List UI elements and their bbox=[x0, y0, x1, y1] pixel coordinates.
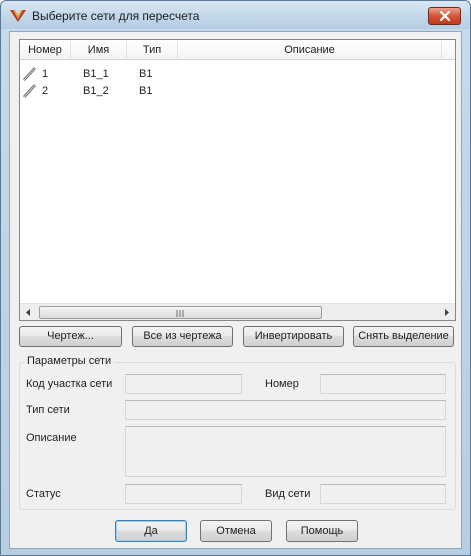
close-icon bbox=[440, 11, 450, 21]
cancel-button[interactable]: Отмена bbox=[200, 520, 272, 542]
app-logo-icon bbox=[10, 9, 26, 23]
row-name: B1_1 bbox=[83, 68, 109, 80]
network-type-label: Тип сети bbox=[26, 404, 70, 416]
column-header-name[interactable]: Имя bbox=[71, 40, 127, 60]
grip-icon bbox=[176, 310, 184, 317]
scroll-right-icon[interactable] bbox=[438, 304, 455, 321]
pipe-icon bbox=[23, 83, 37, 98]
column-header-number[interactable]: Номер bbox=[20, 40, 71, 60]
ok-button[interactable]: Да bbox=[115, 520, 187, 542]
network-parameters-title: Параметры сети bbox=[24, 355, 115, 367]
description-label: Описание bbox=[26, 432, 77, 444]
list-header: Номер Имя Тип Описание bbox=[20, 40, 455, 60]
all-from-drawing-button[interactable]: Все из чертежа bbox=[132, 326, 233, 347]
invert-button[interactable]: Инвертировать bbox=[243, 326, 344, 347]
column-header-type[interactable]: Тип bbox=[127, 40, 178, 60]
horizontal-scrollbar[interactable] bbox=[20, 303, 455, 320]
network-kind-label: Вид сети bbox=[265, 488, 311, 500]
row-name: B1_2 bbox=[83, 85, 109, 97]
drawing-button[interactable]: Чертеж... bbox=[19, 326, 122, 347]
section-code-field bbox=[125, 374, 242, 394]
row-type: B1 bbox=[139, 85, 153, 97]
dialog-client-area: Номер Имя Тип Описание 1 B1_1 B1 2 B1_2 … bbox=[9, 31, 462, 549]
scrollbar-thumb[interactable] bbox=[39, 306, 322, 319]
list-row[interactable]: 2 B1_2 B1 bbox=[20, 83, 455, 100]
row-number: 2 bbox=[42, 85, 49, 97]
network-kind-field bbox=[320, 484, 446, 504]
scroll-left-icon[interactable] bbox=[20, 304, 37, 321]
pipe-icon bbox=[23, 66, 37, 81]
row-type: B1 bbox=[139, 68, 153, 80]
row-number: 1 bbox=[42, 68, 49, 80]
number-label: Номер bbox=[265, 378, 299, 390]
clear-selection-button[interactable]: Снять выделение bbox=[353, 326, 454, 347]
status-label: Статус bbox=[26, 488, 61, 500]
close-button[interactable] bbox=[428, 7, 461, 25]
help-button[interactable]: Помощь bbox=[286, 520, 358, 542]
network-type-field bbox=[125, 400, 446, 420]
section-code-label: Код участка сети bbox=[26, 378, 113, 390]
window-title: Выберите сети для пересчета bbox=[32, 9, 200, 23]
description-field bbox=[125, 426, 446, 477]
title-bar[interactable]: Выберите сети для пересчета bbox=[1, 1, 470, 29]
column-header-description[interactable]: Описание bbox=[178, 40, 442, 60]
number-field bbox=[320, 374, 446, 394]
list-row[interactable]: 1 B1_1 B1 bbox=[20, 66, 455, 83]
status-field bbox=[125, 484, 242, 504]
networks-list[interactable]: Номер Имя Тип Описание 1 B1_1 B1 2 B1_2 … bbox=[19, 39, 456, 321]
dialog-window: Выберите сети для пересчета Номер Имя Ти… bbox=[0, 0, 471, 556]
